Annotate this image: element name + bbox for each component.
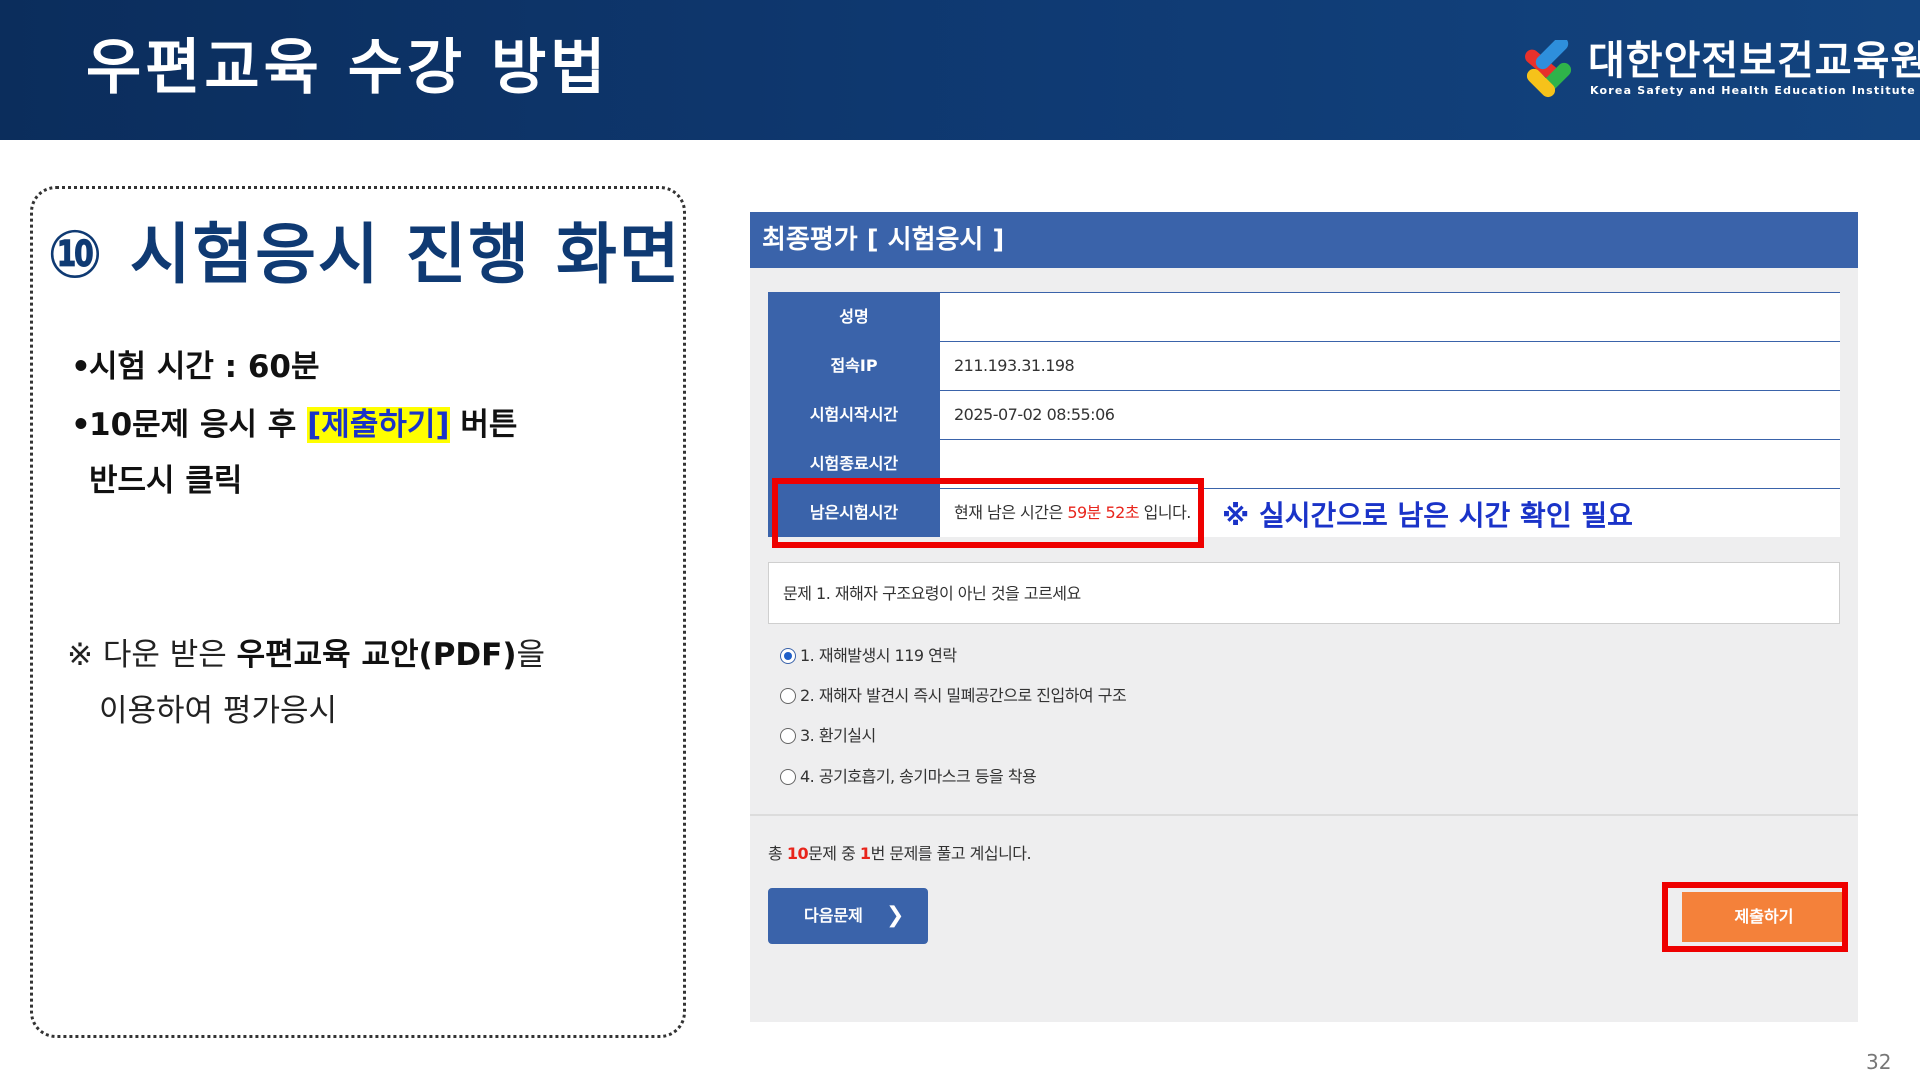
bullet-dot: •: [71, 349, 91, 385]
org-subtitle: Korea Safety and Health Education Instit…: [1590, 84, 1916, 97]
progress-current: 1: [859, 844, 871, 863]
progress-text: 총 10문제 중 1번 문제를 풀고 계십니다.: [768, 840, 1032, 864]
pdf-note-pre: ※ 다운 받은: [67, 637, 237, 673]
exam-header: 최종평가 [ 시험응시 ]: [750, 212, 1858, 268]
bullet-submit-line2: 반드시 클릭: [89, 463, 243, 499]
instruction-panel: ⑩ 시험응시 진행 화면 •시험 시간 : 60분 •10문제 응시 후 [제출…: [30, 186, 686, 1038]
progress-pre: 총: [768, 844, 787, 863]
realtime-note: ※ 실시간으로 남은 시간 확인 필요: [1222, 499, 1633, 532]
option-4[interactable]: 4. 공기호흡기, 송기마스크 등을 착용: [780, 765, 1037, 789]
bullet-dot: •: [71, 407, 91, 443]
info-value: 2025-07-02 08:55:06: [940, 391, 1840, 439]
info-row-ip: 접속IP 211.193.31.198: [768, 341, 1840, 390]
pdf-note: ※ 다운 받은 우편교육 교안(PDF)을: [67, 635, 545, 675]
slide-header: 우편교육 수강 방법 대한안전보건교육원 Korea Safety and He…: [0, 0, 1920, 140]
option-1[interactable]: 1. 재해발생시 119 연락: [780, 644, 957, 668]
option-label: 3. 환기실시: [800, 726, 876, 745]
question-text: 문제 1. 재해자 구조요령이 아닌 것을 고르세요: [768, 562, 1840, 624]
progress-post: 번 문제를 풀고 계십니다.: [870, 844, 1032, 863]
kshei-logo-icon: [1525, 40, 1572, 98]
info-label: 성명: [768, 293, 940, 341]
option-3[interactable]: 3. 환기실시: [780, 724, 876, 748]
option-label: 4. 공기호흡기, 송기마스크 등을 착용: [800, 767, 1037, 786]
progress-mid: 문제 중: [808, 844, 860, 863]
submit-highlight-box: [1662, 882, 1848, 952]
submit-highlight: [제출하기]: [307, 407, 450, 443]
bullet-exam-time-text: 시험 시간 : 60분: [89, 349, 320, 385]
option-label: 2. 재해자 발견시 즉시 밀폐공간으로 진입하여 구조: [800, 686, 1127, 705]
pdf-note-line2: 이용하여 평가응시: [99, 693, 338, 729]
progress-total: 10: [786, 844, 809, 863]
pdf-note-bold: 우편교육 교안(PDF): [236, 637, 517, 673]
bullet-submit-pre: 10문제 응시 후: [89, 407, 308, 443]
option-label: 1. 재해발생시 119 연락: [800, 646, 957, 665]
org-name: 대한안전보건교육원: [1588, 38, 1920, 84]
info-value: 211.193.31.198: [940, 342, 1840, 390]
bullet-submit-post: 버튼: [449, 407, 518, 443]
info-label: 접속IP: [768, 342, 940, 390]
info-value: [940, 293, 1840, 341]
chevron-right-icon: ❯: [886, 903, 905, 928]
radio-icon[interactable]: [780, 728, 796, 744]
next-question-button[interactable]: 다음문제 ❯: [768, 888, 928, 944]
bullet-exam-time: •시험 시간 : 60분: [71, 347, 320, 387]
remaining-time-highlight-box: [772, 478, 1204, 548]
section-title: ⑩ 시험응시 진행 화면: [47, 216, 682, 293]
info-row-start: 시험시작시간 2025-07-02 08:55:06: [768, 390, 1840, 439]
radio-icon[interactable]: [780, 688, 796, 704]
divider: [750, 814, 1858, 816]
pdf-note-post: 을: [516, 637, 546, 673]
option-2[interactable]: 2. 재해자 발견시 즉시 밀폐공간으로 진입하여 구조: [780, 684, 1127, 708]
next-question-label: 다음문제: [804, 906, 863, 925]
radio-icon[interactable]: [780, 769, 796, 785]
slide-title: 우편교육 수강 방법: [86, 33, 610, 103]
info-label: 시험시작시간: [768, 391, 940, 439]
exam-title: 최종평가 [ 시험응시 ]: [762, 225, 1005, 255]
page-number: 32: [1866, 1050, 1892, 1074]
radio-icon[interactable]: [780, 648, 796, 664]
info-row-name: 성명: [768, 292, 1840, 341]
bullet-submit: •10문제 응시 후 [제출하기] 버튼: [71, 405, 517, 445]
